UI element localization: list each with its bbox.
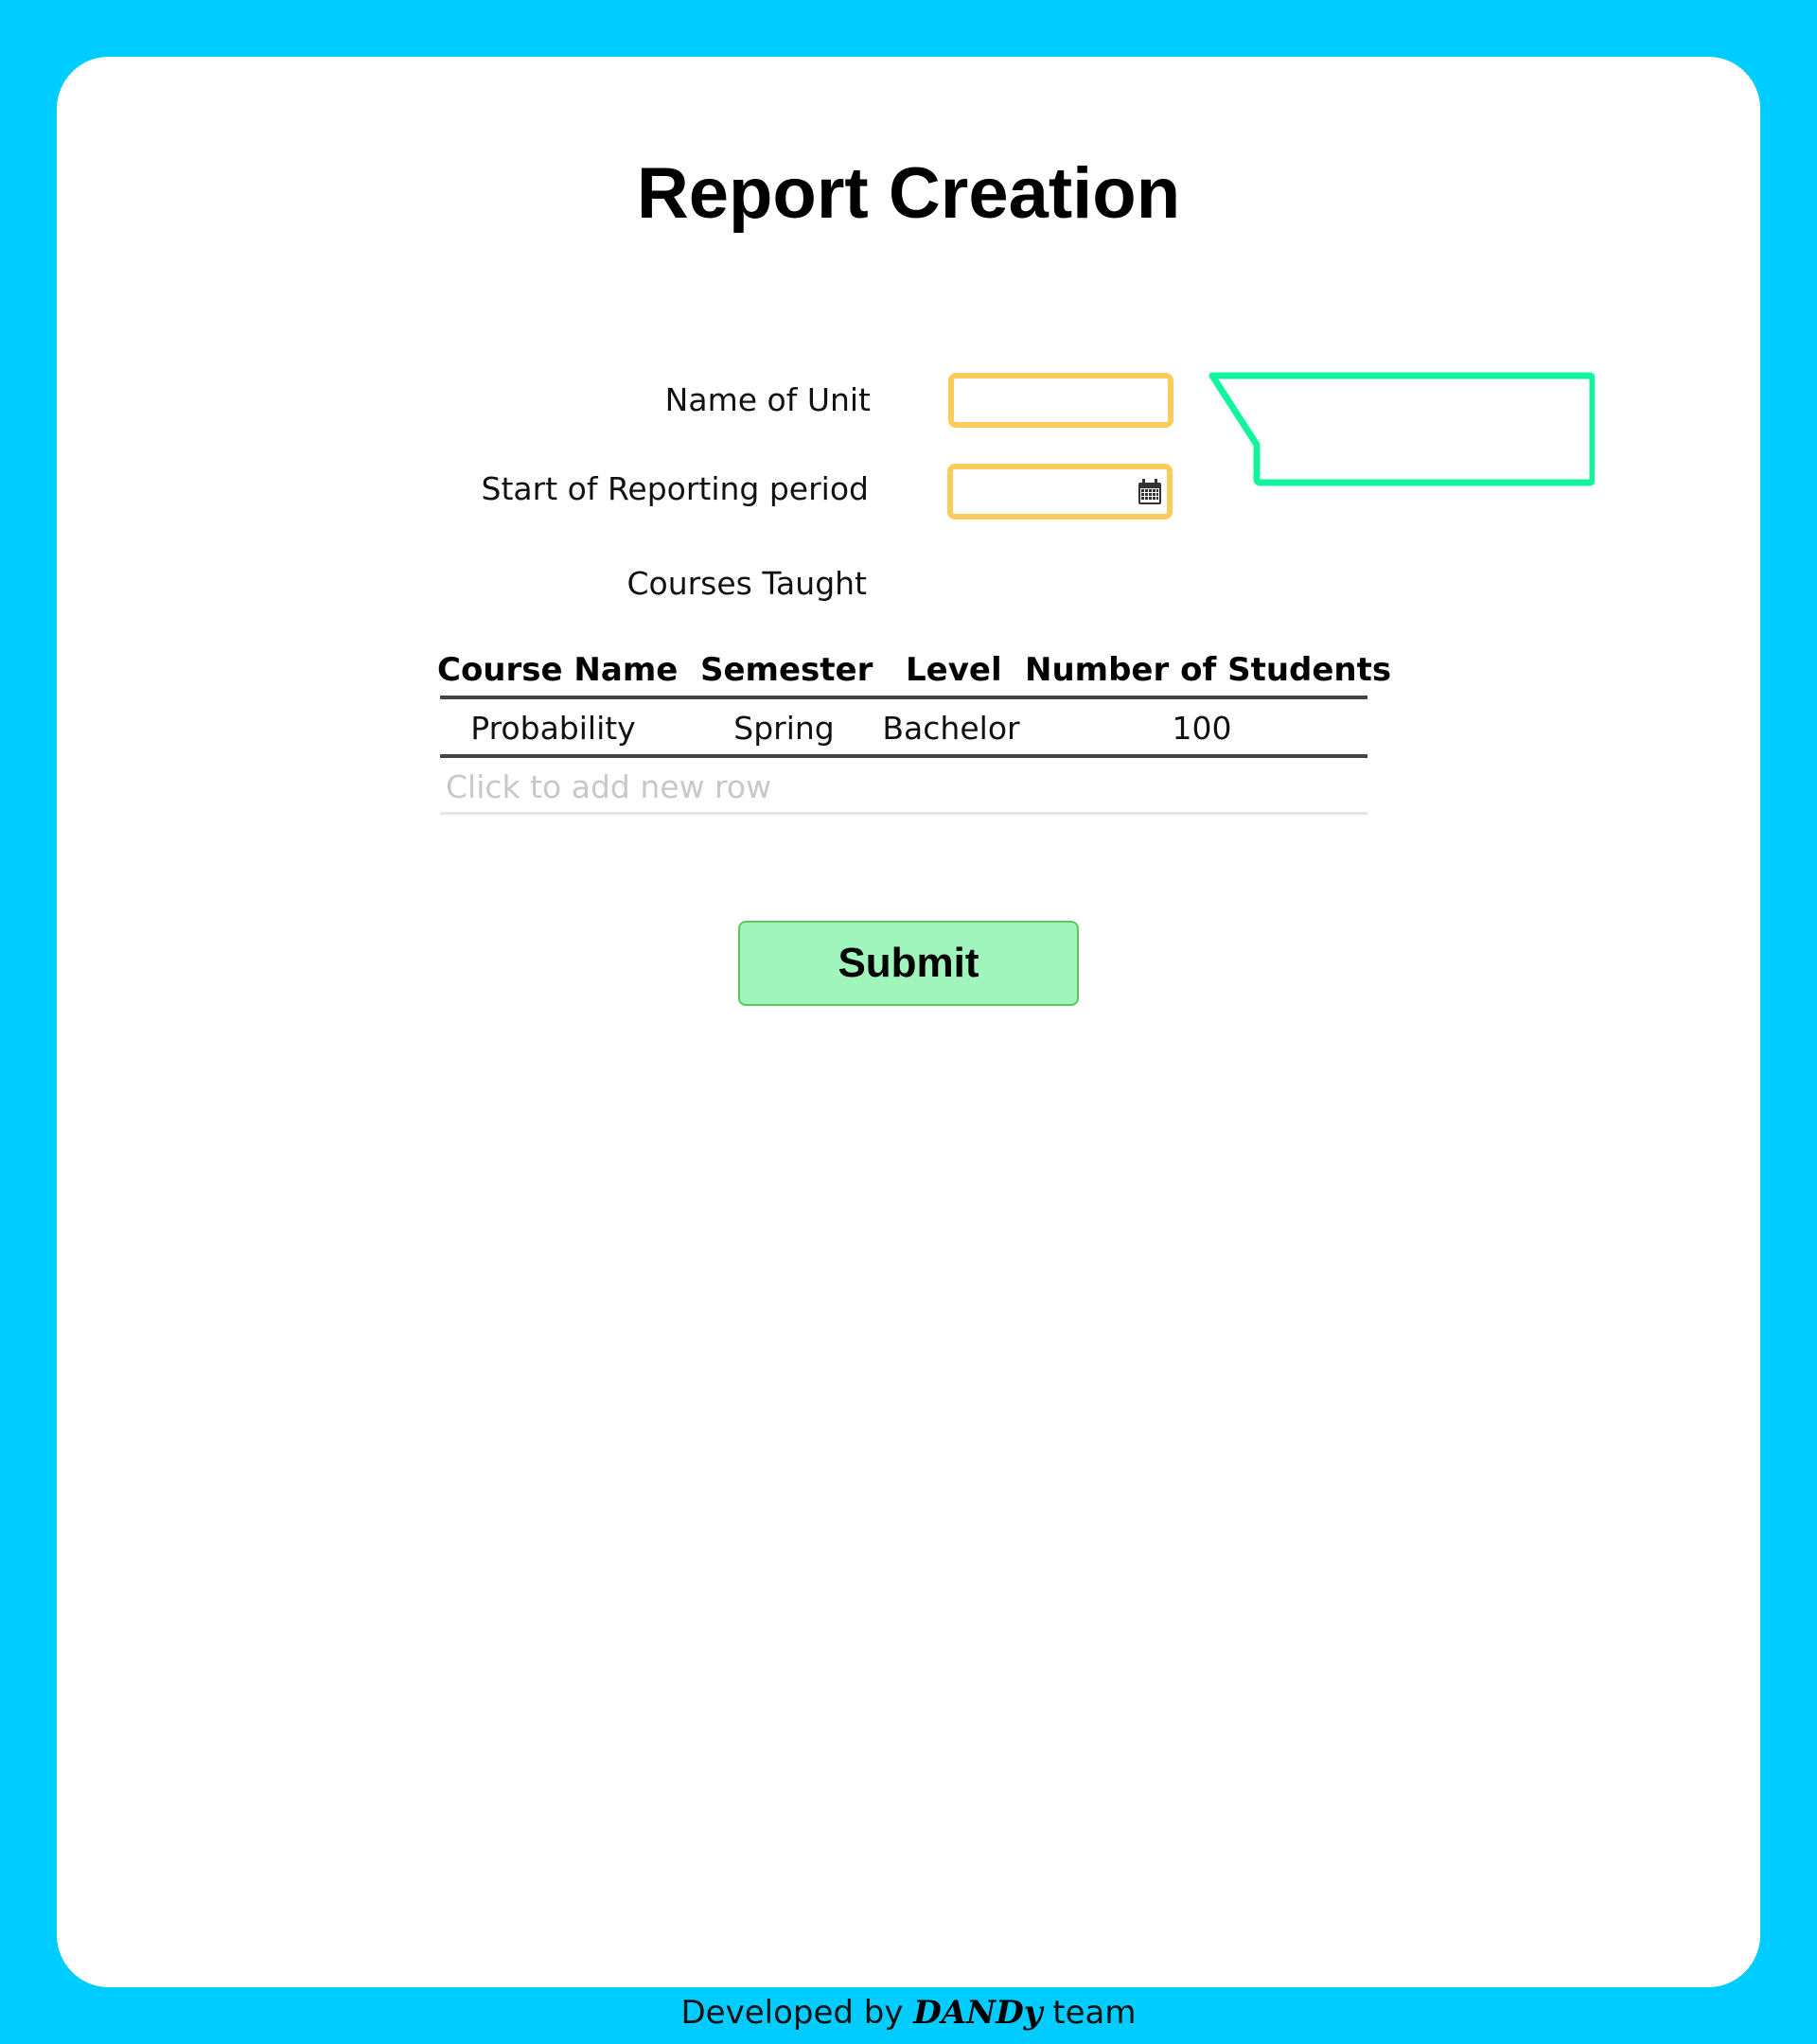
column-header-course-name: Course Name [437, 651, 679, 689]
column-header-level: Level [906, 651, 1002, 689]
footer-suffix: team [1052, 1994, 1137, 2032]
callout-bubble [1208, 372, 1595, 486]
table-cell-course-name[interactable]: Probability [437, 706, 669, 751]
add-new-row[interactable]: Click to add new row [446, 765, 771, 810]
table-cell-number-of-students[interactable]: 100 [1025, 706, 1379, 751]
column-header-semester: Semester [700, 651, 873, 689]
submit-button[interactable]: Submit [738, 921, 1079, 1006]
add-row-divider [440, 812, 1367, 815]
name-of-unit-input[interactable] [948, 373, 1173, 428]
footer-prefix: Developed by [680, 1994, 904, 2032]
table-cell-semester[interactable]: Spring [700, 706, 868, 751]
main-card [57, 57, 1760, 1987]
table-header-divider [440, 696, 1367, 699]
column-header-number-of-students: Number of Students [1025, 651, 1392, 689]
table-row-divider [440, 754, 1367, 758]
page-title: Report Creation [636, 153, 1181, 234]
courses-taught-label: Courses Taught [626, 565, 867, 602]
footer-credit: Developed by DANDy team [0, 1989, 1817, 2036]
start-of-reporting-period-label: Start of Reporting period [481, 470, 869, 507]
calendar-icon[interactable] [1136, 478, 1164, 506]
footer-brand: DANDy [913, 1994, 1043, 2032]
table-cell-level[interactable]: Bachelor [871, 706, 1032, 751]
name-of-unit-label: Name of Unit [664, 381, 871, 418]
